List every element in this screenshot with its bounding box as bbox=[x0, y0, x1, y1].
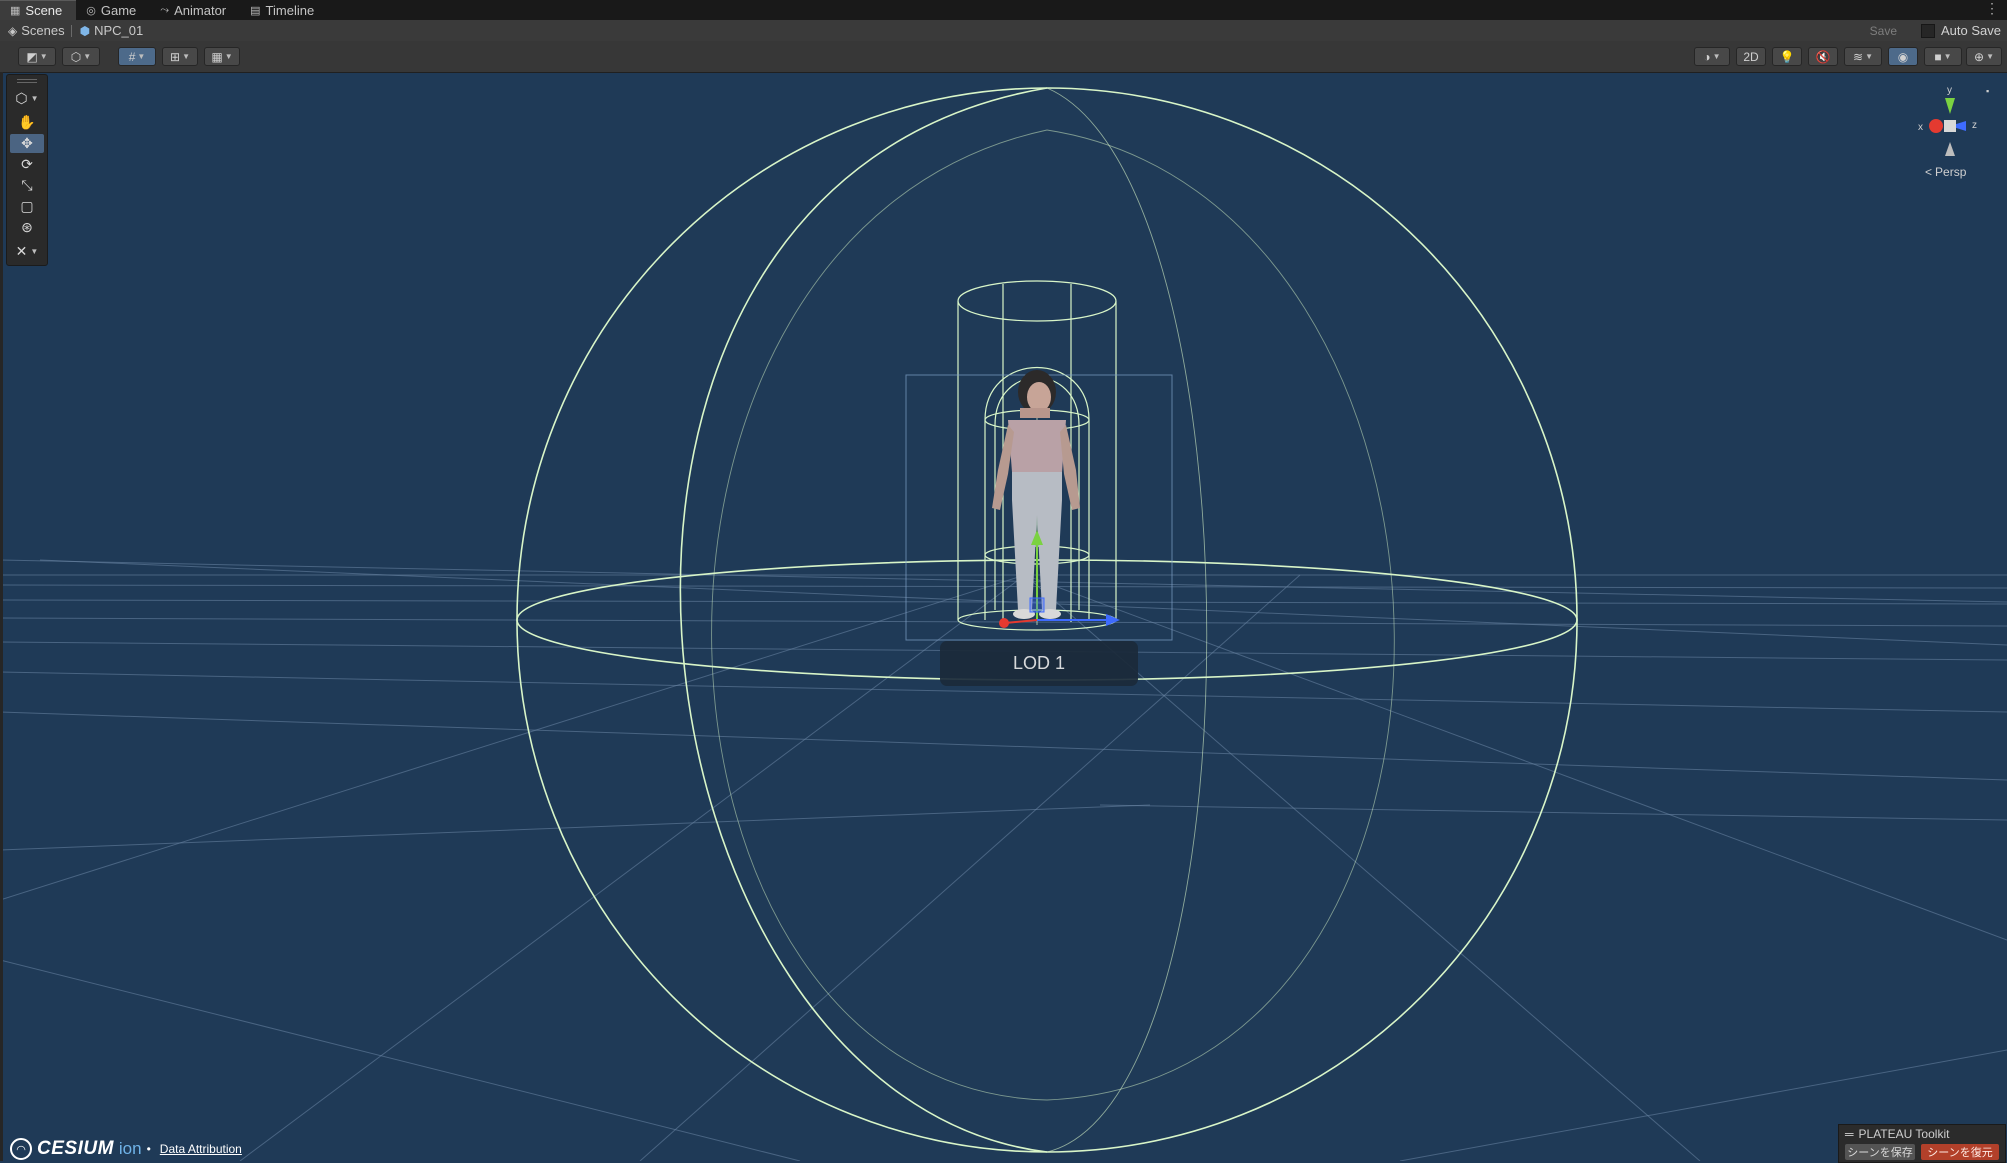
gizmos-dropdown[interactable]: ⊕ ▼ bbox=[1966, 47, 2002, 66]
cube-outline-icon: ⬡ bbox=[15, 90, 28, 106]
gamepad-icon: ◎ bbox=[86, 5, 96, 17]
viewport-left-border bbox=[0, 72, 3, 1161]
grid-plane-icon: ▦ bbox=[211, 49, 223, 64]
render-mode-dropdown[interactable]: ⬡ ▼ bbox=[62, 47, 100, 66]
hand-tool-button[interactable]: ✋ bbox=[10, 113, 44, 132]
prefab-cube-icon: ⬢ bbox=[79, 23, 91, 38]
light-bulb-icon: 💡 bbox=[1779, 49, 1795, 64]
grid-visibility-dropdown[interactable]: ▦ ▼ bbox=[204, 47, 240, 66]
y-axis-label: y bbox=[1947, 85, 1952, 96]
z-axis-label: z bbox=[1972, 120, 1977, 131]
transform-icon: ⊛ bbox=[21, 219, 33, 235]
lod-label: LOD 1 bbox=[940, 641, 1138, 686]
breadcrumb-prefab[interactable]: ⬢ NPC_01 bbox=[72, 23, 150, 38]
scene-visibility-button[interactable]: ◉ bbox=[1888, 47, 1918, 66]
move-arrows-icon: ✥ bbox=[21, 135, 33, 151]
cesium-brand: CESIUM bbox=[37, 1138, 114, 1159]
scene-viewport[interactable] bbox=[0, 72, 2007, 1161]
custom-tool-dropdown[interactable]: ✕ ▼ bbox=[10, 242, 44, 261]
rect-icon: ▢ bbox=[20, 198, 34, 214]
audio-toggle-button[interactable]: 🔇 bbox=[1808, 47, 1838, 66]
grid-icon: ▦ bbox=[10, 5, 21, 17]
tab-label: Animator bbox=[174, 3, 227, 18]
data-attribution-link[interactable]: Data Attribution bbox=[160, 1142, 242, 1156]
drag-handle-icon: ═ bbox=[1845, 1127, 1854, 1141]
tab-timeline[interactable]: ▤ Timeline bbox=[240, 1, 328, 20]
rotate-icon: ⟳ bbox=[21, 156, 33, 172]
tab-label: Scene bbox=[25, 3, 63, 18]
animator-icon: ⤳ bbox=[160, 4, 170, 16]
draw-mode-dropdown[interactable]: ◩ ▼ bbox=[18, 47, 56, 66]
drag-handle[interactable] bbox=[17, 79, 37, 83]
tools-cross-icon: ✕ bbox=[15, 243, 28, 259]
plateau-toolkit-header[interactable]: ═ PLATEAU Toolkit bbox=[1845, 1127, 1949, 1141]
lock-icon[interactable]: ▪ bbox=[1986, 86, 1989, 96]
tab-animator[interactable]: ⤳ Animator bbox=[150, 1, 240, 20]
scale-icon: ⤡ bbox=[21, 177, 33, 193]
sphere-icon: ◑ bbox=[1703, 49, 1711, 64]
save-button[interactable]: Save bbox=[1862, 22, 1905, 39]
cube-icon: ⬡ bbox=[70, 49, 82, 64]
timeline-icon: ▤ bbox=[250, 5, 261, 17]
save-scene-button[interactable]: シーンを保存 bbox=[1845, 1144, 1915, 1160]
toggle-2d-label: 2D bbox=[1743, 49, 1759, 64]
tab-game[interactable]: ◎ Game bbox=[76, 1, 150, 20]
bullet-separator: • bbox=[146, 1142, 151, 1156]
auto-save-label: Auto Save bbox=[1941, 23, 2001, 38]
x-axis-cone[interactable] bbox=[1929, 119, 1943, 133]
transform-tool-button[interactable]: ⊛ bbox=[10, 218, 44, 237]
more-options-icon[interactable]: ⋮ bbox=[1985, 0, 1999, 17]
snap-increment-dropdown[interactable]: ⊞ ▼ bbox=[162, 47, 198, 66]
plateau-toolkit-title: PLATEAU Toolkit bbox=[1858, 1127, 1950, 1141]
restore-scene-button[interactable]: シーンを復元 bbox=[1921, 1144, 1999, 1160]
mute-icon: 🔇 bbox=[1815, 49, 1831, 64]
perspective-icon: < bbox=[1925, 165, 1933, 179]
projection-label: Persp bbox=[1935, 165, 1967, 179]
breadcrumb-label: Scenes bbox=[21, 23, 65, 38]
cesium-credit: ◠ CESIUM ion • Data Attribution bbox=[10, 1138, 242, 1160]
scale-tool-button[interactable]: ⤡ bbox=[10, 176, 44, 195]
scene-toolbar: ◩ ▼ ⬡ ▼ # ▼ ⊞ ▼ ▦ ▼ ◑ ▼ 2D 💡 🔇 ≋ ▼ ◉ ■ ▼ ⊕ ▼ bbox=[0, 41, 2007, 73]
x-axis-label: x bbox=[1918, 122, 1923, 133]
rotate-tool-button[interactable]: ⟳ bbox=[10, 155, 44, 174]
cesium-ion-label: ion bbox=[118, 1139, 142, 1158]
y-axis-cone[interactable] bbox=[1945, 98, 1955, 114]
unity-scene-icon: ◈ bbox=[8, 23, 18, 38]
tab-label: Game bbox=[100, 3, 137, 18]
move-tool-button[interactable]: ✥ bbox=[10, 134, 44, 153]
camera-dropdown[interactable]: ■ ▼ bbox=[1924, 47, 1962, 66]
globe-icon: ⊕ bbox=[1974, 49, 1985, 64]
tab-label: Timeline bbox=[265, 3, 315, 18]
snap-grid-icon: ⊞ bbox=[170, 49, 181, 64]
breadcrumb: ◈ Scenes ⬢ NPC_01 bbox=[0, 20, 2007, 41]
breadcrumb-label: NPC_01 bbox=[94, 23, 144, 38]
pivot-dropdown[interactable]: ◑ ▼ bbox=[1694, 47, 1730, 66]
view-options-dropdown[interactable]: ⬡ ▼ bbox=[10, 89, 44, 108]
tab-scene[interactable]: ▦ Scene bbox=[0, 0, 77, 20]
neg-y-cone[interactable] bbox=[1945, 142, 1955, 156]
plateau-toolkit-panel: ═ PLATEAU Toolkit シーンを保存 シーンを復元 bbox=[1838, 1124, 2006, 1163]
shading-icon: ◩ bbox=[26, 49, 38, 64]
gizmo-center[interactable] bbox=[1944, 120, 1956, 132]
auto-save-checkbox[interactable] bbox=[1921, 23, 1935, 38]
window-tab-bar: ▦ Scene ◎ Game ⤳ Animator ▤ Timeline ⋮ bbox=[0, 0, 2007, 20]
hand-icon: ✋ bbox=[18, 114, 36, 130]
effects-dropdown[interactable]: ≋ ▼ bbox=[1844, 47, 1882, 66]
rect-tool-button[interactable]: ▢ bbox=[10, 197, 44, 216]
auto-save-toggle[interactable]: Auto Save bbox=[1921, 22, 2001, 39]
tools-overlay: ⬡ ▼ ✋ ✥ ⟳ ⤡ ▢ ⊛ ✕ ▼ bbox=[6, 74, 48, 266]
lighting-toggle-button[interactable]: 💡 bbox=[1772, 47, 1802, 66]
toggle-2d-button[interactable]: 2D bbox=[1736, 47, 1766, 66]
projection-toggle[interactable]: < Persp bbox=[1925, 165, 1966, 179]
layers-icon: ≋ bbox=[1853, 49, 1864, 64]
grid-snap-icon: # bbox=[128, 49, 136, 64]
grid-snap-dropdown[interactable]: # ▼ bbox=[118, 47, 156, 66]
eye-slash-icon: ◉ bbox=[1897, 49, 1909, 64]
camera-icon: ■ bbox=[1934, 49, 1942, 64]
breadcrumb-scenes[interactable]: ◈ Scenes bbox=[0, 23, 71, 38]
cesium-logo-icon: ◠ bbox=[10, 1138, 32, 1160]
